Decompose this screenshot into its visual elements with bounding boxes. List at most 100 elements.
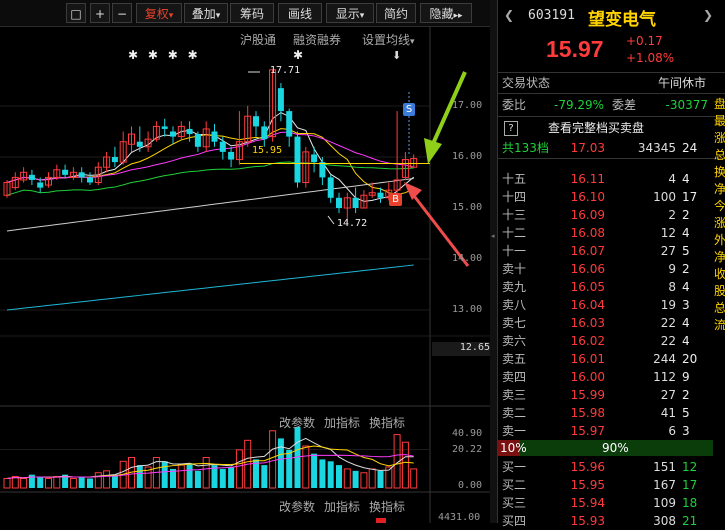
ask-volume: 41	[660, 406, 676, 420]
zoom-out-button[interactable]: −	[112, 3, 132, 23]
change-params-button[interactable]: 改参数	[279, 414, 315, 431]
full-book-link[interactable]: ? 查看完整档买卖盘	[498, 119, 725, 137]
candle-body	[253, 116, 259, 127]
edge-label: 收	[714, 267, 725, 281]
minus-icon: −	[116, 7, 128, 21]
switch-indicator-button[interactable]: 换指标	[369, 498, 405, 515]
ask-row[interactable]: 十四 16.10 100 17	[498, 188, 725, 206]
marker-tick	[376, 518, 386, 523]
arrow-down-icon[interactable]: ⬇	[392, 49, 401, 62]
ask-row[interactable]: 卖五 16.01 244 20	[498, 350, 725, 368]
ask-row[interactable]: 十一 16.07 27 5	[498, 242, 725, 260]
edge-label: 股	[714, 284, 725, 298]
ask-price: 16.04	[570, 298, 605, 312]
chart-scrollbar[interactable]: ◂	[490, 0, 497, 523]
switch-indicator-button[interactable]: 换指标	[369, 414, 405, 431]
ask-row[interactable]: 十五 16.11 4 4	[498, 170, 725, 188]
weicha-value: -30377	[665, 98, 708, 112]
bid-row[interactable]: 买一 15.96 151 12	[498, 458, 725, 476]
prev-stock-icon[interactable]: ❮	[504, 8, 514, 22]
ask-volume: 22	[660, 334, 676, 348]
quote-panel: ❮ 603191 望变电气 ❯ 15.97 +0.17 +1.08% 交易状态 …	[497, 0, 725, 528]
ask-row[interactable]: 十二 16.08 12 4	[498, 224, 725, 242]
volume-bar	[11, 476, 19, 489]
price-axis-label: 15.00	[452, 202, 483, 213]
candle-body	[194, 134, 201, 147]
bid-row[interactable]: 买三 15.94 109 18	[498, 494, 725, 512]
change-params-button[interactable]: 改参数	[279, 498, 315, 515]
bid-row[interactable]: 买二 15.95 167 17	[498, 476, 725, 494]
scroll-left-icon[interactable]: ◂	[491, 232, 496, 240]
simple-button[interactable]: 简约	[376, 3, 416, 23]
chevron-down-icon: ▾	[359, 11, 365, 21]
ask-volume: 12	[660, 226, 676, 240]
ask-row[interactable]: 卖一 15.97 6 3	[498, 422, 725, 440]
buy-signal-badge[interactable]: B	[389, 193, 402, 206]
book-total-row: 共133档 17.03 34345 24	[498, 139, 725, 157]
fullscreen-button[interactable]: □	[66, 3, 86, 23]
candle-body	[37, 182, 44, 188]
ask-row[interactable]: 卖七 16.03 22 4	[498, 314, 725, 332]
chevron-down-icon: ▾	[410, 37, 415, 47]
set-ma-dropdown[interactable]: 设置均线▾	[362, 31, 415, 48]
hugutong-link[interactable]: 沪股通	[240, 31, 276, 48]
full-book-text[interactable]: 查看完整档买卖盘	[548, 119, 644, 137]
kline-chart[interactable]: 沪股通 融资融券 设置均线▾ ✱ ✱ ✱ ✱ ✱ ⬇ S B 17.71 14.…	[0, 26, 492, 523]
candle-body	[170, 131, 176, 137]
sub2-axis-label: 4431.00	[438, 512, 481, 523]
fuquan-dropdown[interactable]: 复权▾	[136, 3, 182, 23]
ask-row[interactable]: 十三 16.09 2 2	[498, 206, 725, 224]
draw-line-button[interactable]: 画线	[278, 3, 322, 23]
ask-row[interactable]: 卖三 15.99 27 2	[498, 386, 725, 404]
ask-price: 16.09	[570, 208, 605, 222]
current-price: 15.97	[546, 36, 604, 62]
ask-count: 4	[682, 334, 690, 348]
add-indicator-button[interactable]: 加指标	[324, 498, 360, 515]
ask-row[interactable]: 卖九 16.05 8 4	[498, 278, 725, 296]
event-star-marker[interactable]: ✱	[293, 48, 303, 62]
ask-volume: 6	[668, 424, 676, 438]
ask-label: 卖三	[502, 388, 527, 402]
ratio-left: 10%	[500, 441, 527, 455]
sell-signal-badge[interactable]: S	[403, 103, 415, 116]
volume-bar	[103, 470, 111, 489]
chouma-button[interactable]: 筹码	[230, 3, 274, 23]
ask-row[interactable]: 卖八 16.04 19 3	[498, 296, 725, 314]
bid-row[interactable]: 买四 15.93 308 21	[498, 512, 725, 530]
ask-row[interactable]: 卖四 16.00 112 9	[498, 368, 725, 386]
ask-row[interactable]: 卖二 15.98 41 5	[498, 404, 725, 422]
fullscreen-icon: □	[70, 7, 82, 21]
chouma-label: 筹码	[239, 7, 264, 21]
display-dropdown[interactable]: 显示▾	[326, 3, 374, 23]
help-icon[interactable]: ?	[504, 121, 518, 136]
overlay-dropdown[interactable]: 叠加▾	[184, 3, 228, 23]
bid-volume: 109	[653, 496, 676, 510]
chart-canvas[interactable]	[0, 26, 492, 523]
edge-label: 涨	[714, 216, 725, 230]
zoom-in-button[interactable]: +	[90, 3, 110, 23]
candle-body	[186, 128, 193, 135]
ask-price: 16.05	[570, 280, 605, 294]
rongzi-link[interactable]: 融资融券	[293, 31, 341, 48]
ask-price: 16.10	[570, 190, 605, 204]
ask-row[interactable]: 卖十 16.06 9 2	[498, 260, 725, 278]
red-arrow-head	[404, 182, 422, 200]
volume-axis-label: 40.90	[452, 428, 483, 439]
volume-bar	[94, 472, 102, 489]
hide-button[interactable]: 隐藏▸▸	[420, 3, 472, 23]
ask-count: 2	[682, 388, 690, 402]
bid-label: 买三	[502, 496, 527, 510]
double-chevron-right-icon: ▸▸	[453, 11, 463, 21]
next-stock-icon[interactable]: ❯	[703, 8, 713, 22]
ask-price: 16.08	[570, 226, 605, 240]
total-levels-label: 共133档	[502, 141, 549, 155]
price-change-pct: +1.08%	[626, 51, 675, 65]
bid-label: 买一	[502, 460, 527, 474]
ask-row[interactable]: 卖六 16.02 22 4	[498, 332, 725, 350]
bid-count: 21	[682, 514, 698, 528]
overlay-label: 叠加	[191, 7, 216, 21]
volume-bar	[177, 464, 185, 489]
add-indicator-button[interactable]: 加指标	[324, 414, 360, 431]
ask-volume: 2	[668, 208, 676, 222]
event-star-markers[interactable]: ✱ ✱ ✱ ✱	[128, 48, 201, 62]
